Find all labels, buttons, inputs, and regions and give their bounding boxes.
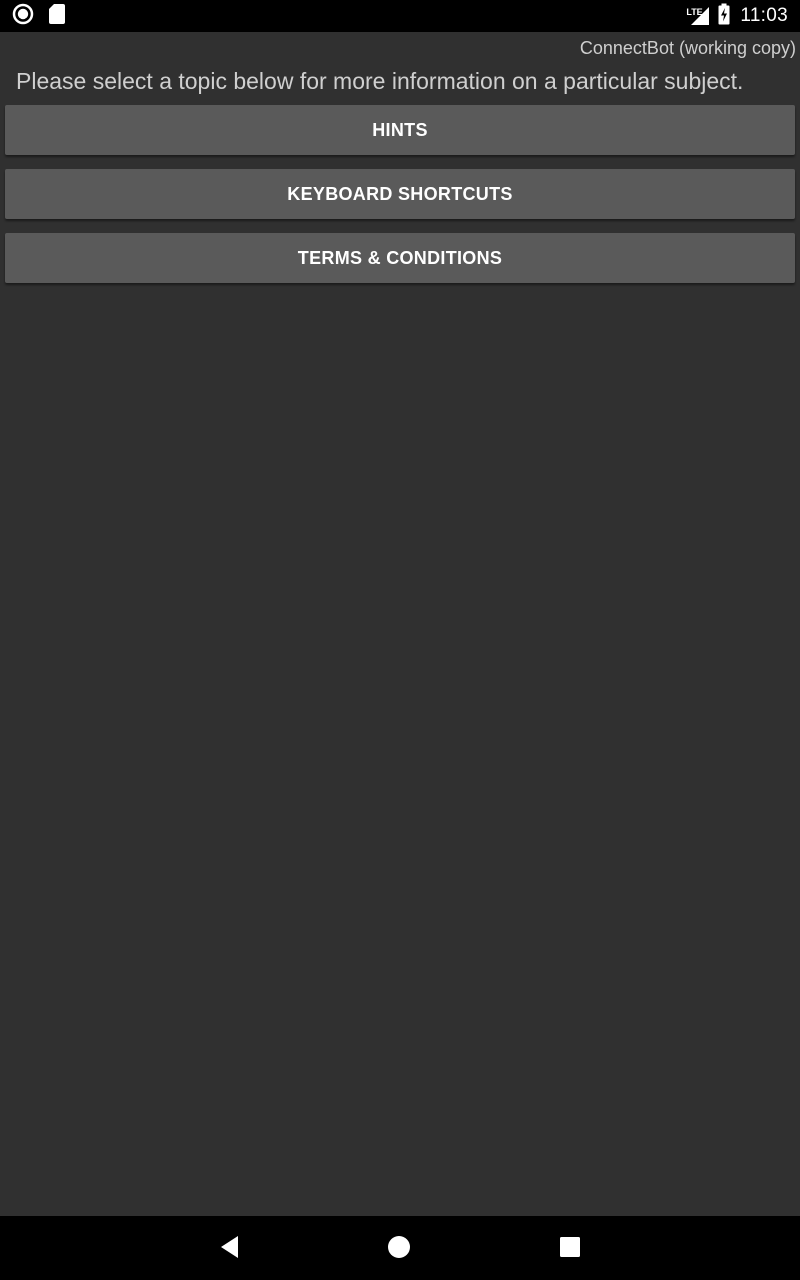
status-right-icons: LTE 11:03 [686, 0, 788, 32]
instructions-text: Please select a topic below for more inf… [16, 68, 744, 94]
recents-icon [559, 1236, 581, 1263]
sd-card-icon [48, 3, 66, 30]
back-button[interactable] [213, 1232, 247, 1266]
home-button[interactable] [382, 1232, 416, 1266]
battery-charging-icon [718, 3, 730, 30]
app-title: ConnectBot (working copy) [579, 38, 796, 58]
status-left-icons [12, 3, 66, 30]
signal-icon: LTE [686, 5, 710, 27]
status-clock: 11:03 [740, 5, 788, 26]
record-circle-icon [12, 3, 34, 30]
status-bar: LTE 11:03 [0, 0, 800, 32]
hints-button[interactable]: HINTS [5, 105, 795, 155]
keyboard-shortcuts-button[interactable]: KEYBOARD SHORTCUTS [5, 169, 795, 219]
recents-button[interactable] [553, 1232, 587, 1266]
terms-conditions-button[interactable]: TERMS & CONDITIONS [5, 233, 795, 283]
navigation-bar [0, 1216, 800, 1280]
back-icon [218, 1234, 242, 1265]
home-icon [387, 1235, 411, 1264]
help-screen: LTE 11:03 ConnectBot (working copy) Plea… [0, 0, 800, 1280]
